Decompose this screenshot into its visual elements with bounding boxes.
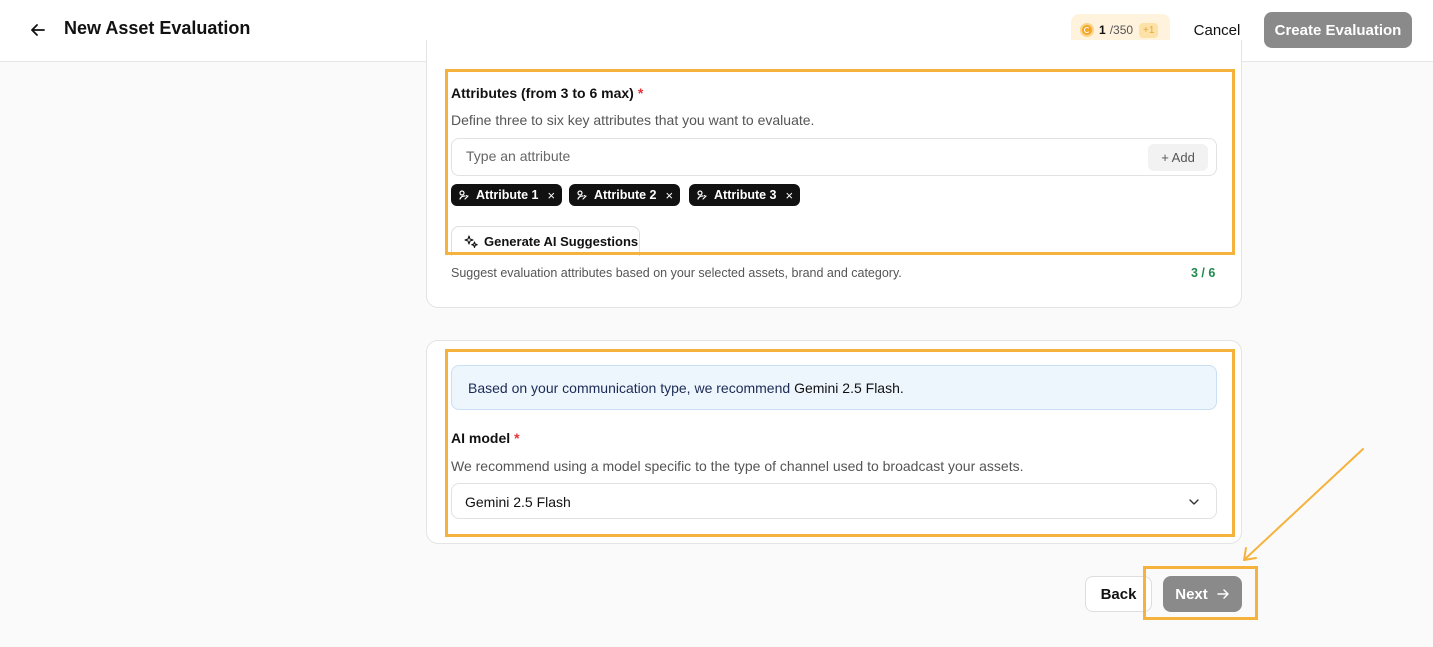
generate-ai-suggestions-button[interactable]: Generate AI Suggestions xyxy=(451,226,640,256)
ai-model-select[interactable]: Gemini 2.5 Flash xyxy=(451,483,1217,519)
credits-used: 1 xyxy=(1099,23,1106,37)
generate-label: Generate AI Suggestions xyxy=(484,234,639,249)
attribute-count: 3 / 6 xyxy=(1191,266,1216,280)
attributes-label-text: Attributes (from 3 to 6 max) xyxy=(451,85,634,101)
chip-label: Attribute 1 xyxy=(476,188,539,202)
ai-model-description: We recommend using a model specific to t… xyxy=(451,458,1024,474)
attribute-chip: Attribute 3 × xyxy=(689,184,801,206)
credits-total: /350 xyxy=(1109,23,1134,37)
ai-model-label: AI model * xyxy=(451,430,520,446)
tag-icon xyxy=(577,190,587,200)
attribute-chip: Attribute 2 × xyxy=(569,184,681,206)
ai-model-label-text: AI model xyxy=(451,430,511,446)
page-title: New Asset Evaluation xyxy=(64,18,251,38)
chip-label: Attribute 3 xyxy=(714,188,777,202)
arrow-right-icon xyxy=(1217,589,1229,599)
recommendation-banner: Based on your communication type, we rec… xyxy=(451,365,1217,410)
next-label: Next xyxy=(1175,585,1208,603)
chevron-down-icon xyxy=(1189,499,1199,505)
tag-icon xyxy=(459,190,469,200)
next-button[interactable]: Next xyxy=(1163,576,1242,612)
attributes-description: Define three to six key attributes that … xyxy=(451,112,815,128)
ai-model-selected: Gemini 2.5 Flash xyxy=(465,494,571,510)
attribute-input[interactable] xyxy=(466,148,1126,164)
suggestion-hint: Suggest evaluation attributes based on y… xyxy=(451,266,902,280)
attribute-input-wrapper: + Add xyxy=(451,138,1217,176)
recommended-model: Gemini 2.5 Flash. xyxy=(794,380,904,396)
annotation-arrow-icon xyxy=(1243,448,1364,561)
remove-chip-icon[interactable]: × xyxy=(548,188,556,203)
remove-chip-icon[interactable]: × xyxy=(786,188,794,203)
back-button[interactable]: Back xyxy=(1085,576,1152,612)
add-attribute-button[interactable]: + Add xyxy=(1148,144,1208,171)
chip-label: Attribute 2 xyxy=(594,188,657,202)
required-mark: * xyxy=(637,85,644,101)
attribute-chip: Attribute 1 × xyxy=(451,184,563,206)
remove-chip-icon[interactable]: × xyxy=(666,188,674,203)
required-mark: * xyxy=(514,430,520,446)
tag-icon xyxy=(697,190,707,200)
coin-icon xyxy=(1080,23,1094,37)
attributes-label: Attributes (from 3 to 6 max) * xyxy=(451,85,643,101)
create-evaluation-button[interactable]: Create Evaluation xyxy=(1264,12,1412,48)
sparkles-icon xyxy=(464,234,478,248)
credits-plus-badge: +1 xyxy=(1139,22,1159,38)
recommendation-text: Based on your communication type, we rec… xyxy=(468,380,791,396)
back-arrow-icon[interactable] xyxy=(28,20,48,40)
